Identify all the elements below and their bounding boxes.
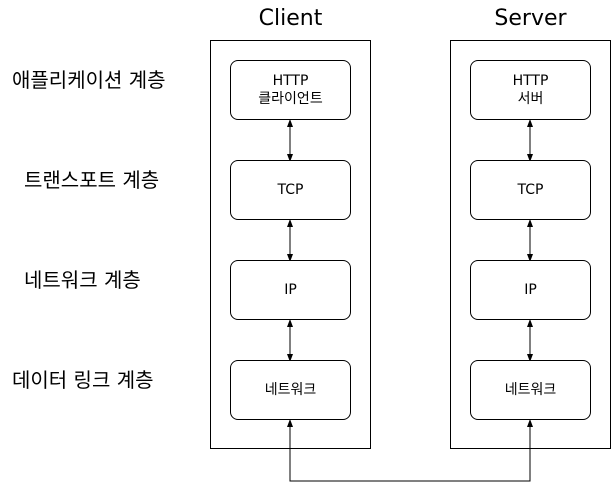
server-network-label: 네트워크 [504, 382, 557, 398]
server-tcp-box: TCP [470, 160, 591, 220]
server-tcp-label: TCP [517, 182, 544, 198]
server-http-sublabel: 서버 [517, 91, 544, 107]
client-http-box: HTTP 클라이언트 [230, 60, 351, 120]
client-tcp-label: TCP [277, 182, 304, 198]
client-ip-box: IP [230, 260, 351, 320]
server-http-label: HTTP [512, 73, 549, 89]
client-http-label: HTTP [272, 73, 309, 89]
server-http-box: HTTP 서버 [470, 60, 591, 120]
client-ip-label: IP [284, 282, 297, 298]
server-ip-box: IP [470, 260, 591, 320]
server-ip-label: IP [524, 282, 537, 298]
client-network-box: 네트워크 [230, 360, 351, 420]
client-http-sublabel: 클라이언트 [258, 91, 323, 107]
server-network-box: 네트워크 [470, 360, 591, 420]
client-network-label: 네트워크 [264, 382, 317, 398]
network-link-arrow [287, 419, 533, 482]
client-tcp-box: TCP [230, 160, 351, 220]
